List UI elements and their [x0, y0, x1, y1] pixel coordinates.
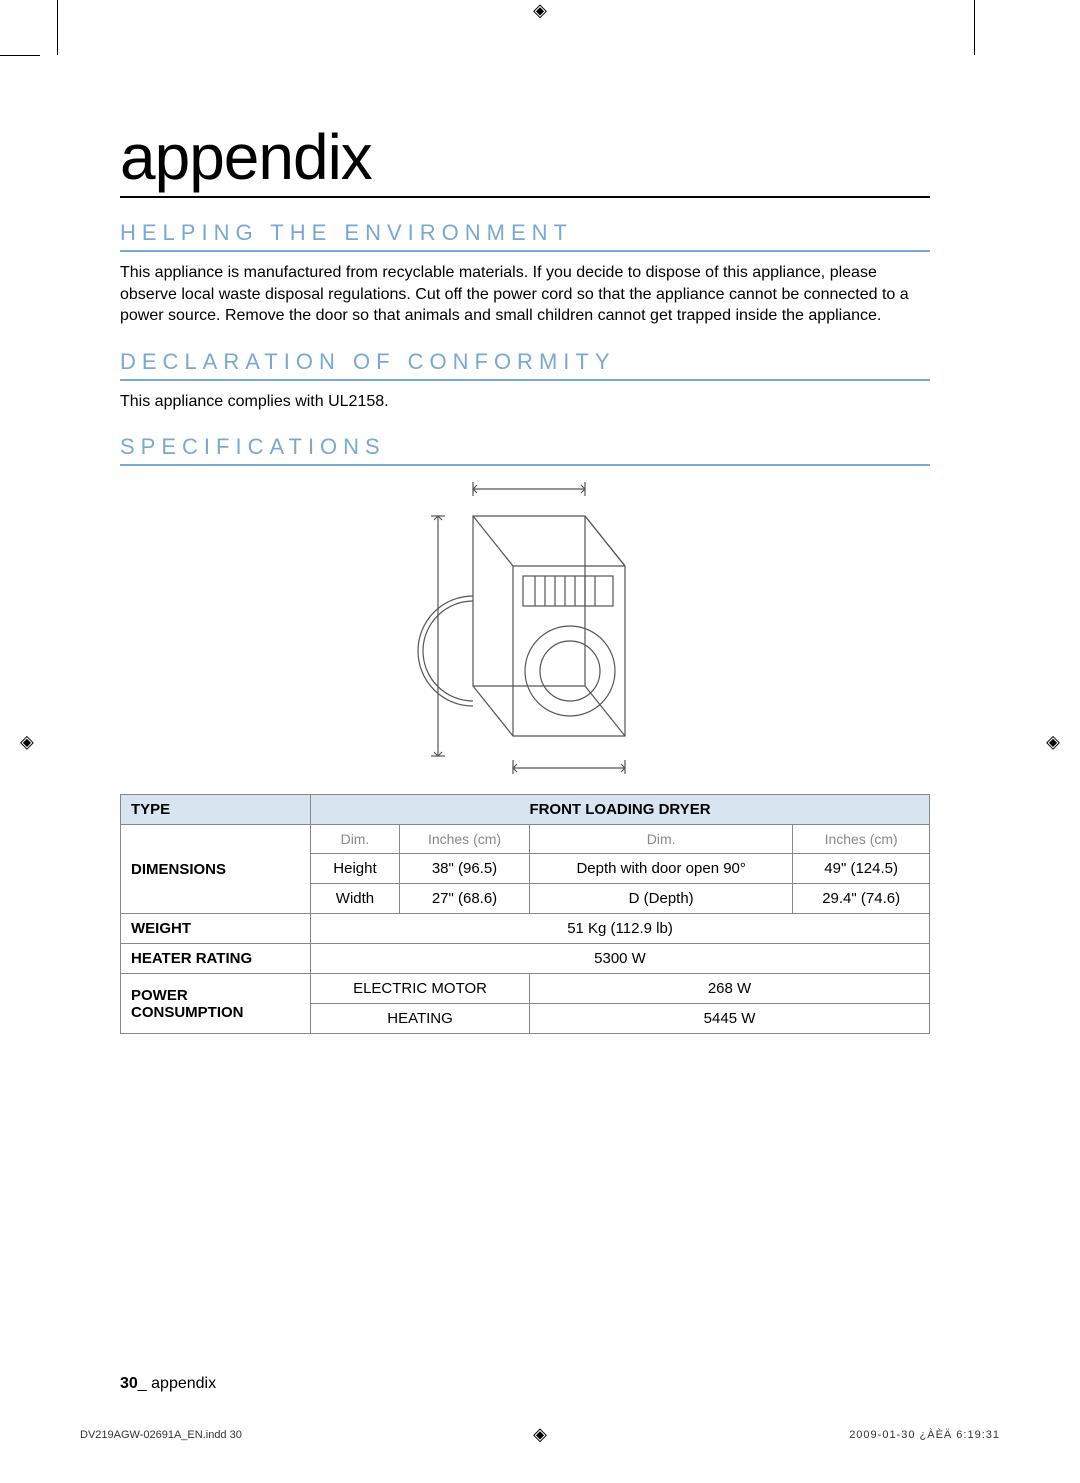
declaration-body: This appliance complies with UL2158.	[120, 391, 930, 413]
dim-unit-b: Inches (cm)	[793, 825, 930, 854]
crop-mark	[0, 55, 40, 56]
table-row: WEIGHT 51 Kg (112.9 lb)	[121, 914, 930, 944]
power-motor-label: ELECTRIC MOTOR	[311, 974, 530, 1004]
power-label: POWER CONSUMPTION	[121, 974, 311, 1034]
cell: 38" (96.5)	[399, 854, 529, 884]
cell: Height	[311, 854, 400, 884]
registration-mark-right: ◈	[1046, 731, 1060, 752]
power-heating-label: HEATING	[311, 1004, 530, 1034]
print-meta-left: DV219AGW-02691A_EN.indd 30	[80, 1429, 242, 1441]
crop-mark	[974, 0, 975, 55]
table-row: POWER CONSUMPTION ELECTRIC MOTOR 268 W	[121, 974, 930, 1004]
registration-mark-top: ◈	[533, 0, 547, 21]
table-row: HEATER RATING 5300 W	[121, 944, 930, 974]
cell: 49" (124.5)	[793, 854, 930, 884]
cell: 27" (68.6)	[399, 884, 529, 914]
environment-body: This appliance is manufactured from recy…	[120, 262, 930, 327]
dim-prefix-a: Dim.	[311, 825, 400, 854]
dryer-line-drawing-icon	[395, 476, 655, 776]
cell: 29.4" (74.6)	[793, 884, 930, 914]
cell: Depth with door open 90°	[530, 854, 793, 884]
registration-mark-left: ◈	[20, 731, 34, 752]
type-value: FRONT LOADING DRYER	[311, 795, 930, 825]
print-meta-right: 2009-01-30 ¿ÀÈÄ 6:19:31	[849, 1429, 1000, 1441]
page-content: appendix HELPING THE ENVIRONMENT This ap…	[120, 120, 930, 1034]
power-motor-value: 268 W	[530, 974, 930, 1004]
cell: D (Depth)	[530, 884, 793, 914]
page-footer: 30_ appendix	[120, 1375, 216, 1393]
footer-section: _ appendix	[138, 1375, 216, 1392]
section-heading-declaration: DECLARATION OF CONFORMITY	[120, 349, 930, 381]
weight-value: 51 Kg (112.9 lb)	[311, 914, 930, 944]
crop-mark	[57, 0, 58, 55]
weight-label: WEIGHT	[121, 914, 311, 944]
type-label: TYPE	[121, 795, 311, 825]
dryer-diagram	[120, 476, 930, 776]
section-heading-specifications: SPECIFICATIONS	[120, 434, 930, 466]
dimensions-label: DIMENSIONS	[121, 825, 311, 914]
heater-label: HEATER RATING	[121, 944, 311, 974]
cell: Width	[311, 884, 400, 914]
section-heading-environment: HELPING THE ENVIRONMENT	[120, 220, 930, 252]
heater-value: 5300 W	[311, 944, 930, 974]
dim-unit-a: Inches (cm)	[399, 825, 529, 854]
power-heating-value: 5445 W	[530, 1004, 930, 1034]
dim-prefix-b: Dim.	[530, 825, 793, 854]
table-row: TYPE FRONT LOADING DRYER	[121, 795, 930, 825]
page-number: 30	[120, 1375, 138, 1392]
specifications-table: TYPE FRONT LOADING DRYER DIMENSIONS Dim.…	[120, 794, 930, 1034]
registration-mark-bottom: ◈	[533, 1424, 547, 1445]
page-title: appendix	[120, 120, 930, 198]
table-row: DIMENSIONS Dim. Inches (cm) Dim. Inches …	[121, 825, 930, 854]
